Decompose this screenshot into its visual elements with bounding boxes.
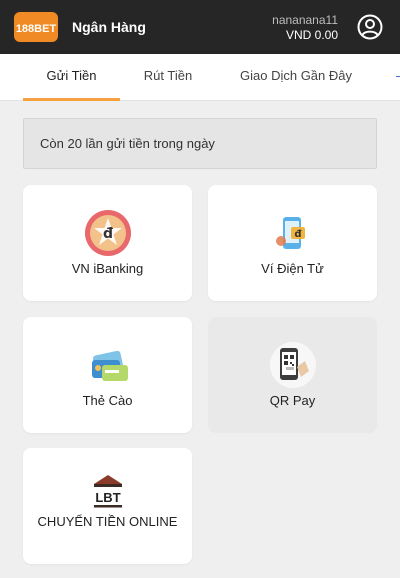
tab-bar: Gửi Tiền Rút Tiền Giao Dịch Gần Đây [0,54,400,101]
svg-text:LBT: LBT [95,490,120,505]
brand-logo[interactable]: 188BET [14,12,58,42]
top-header: 188BET Ngân Hàng nananana11 VND 0.00 [0,0,400,54]
tab-recent-transactions[interactable]: Giao Dịch Gần Đây [226,54,366,101]
username: nananana11 [272,13,338,27]
account-balance: VND 0.00 [285,28,338,42]
method-label: Thẻ Cào [82,393,133,408]
tab-deposit[interactable]: Gửi Tiền [23,54,120,101]
tab-scroll-edge [396,76,400,77]
method-label: CHUYỂN TIỀN ONLINE [37,514,178,529]
e-wallet-phone-icon: đ [269,209,317,257]
page-title: Ngân Hàng [72,19,146,35]
brand-logo-text: 188BET [16,23,57,35]
tab-withdraw[interactable]: Rút Tiền [126,54,210,101]
method-label: Ví Điện Tử [261,261,324,276]
method-card-e-wallet[interactable]: đ Ví Điện Tử [208,185,377,301]
lbt-bank-icon: LBT [84,470,132,518]
deposit-limit-notice: Còn 20 lần gửi tiền trong ngày [23,118,377,169]
method-card-scratch-card[interactable]: Thẻ Cào [23,317,192,433]
account-circle-icon[interactable] [357,14,383,40]
method-label: VN iBanking [71,261,144,276]
method-card-online-transfer[interactable]: LBT CHUYỂN TIỀN ONLINE [23,448,192,564]
method-label: QR Pay [269,393,316,408]
svg-text:đ: đ [102,226,112,242]
active-tab-indicator [23,98,120,101]
scratch-cards-icon [84,341,132,389]
method-card-qr-pay[interactable]: QR Pay [208,317,377,433]
method-card-vn-ibanking[interactable]: đ VN iBanking [23,185,192,301]
svg-text:đ: đ [294,229,302,240]
ibanking-dong-badge-icon: đ [84,209,132,257]
qr-pay-phone-icon [269,341,317,389]
